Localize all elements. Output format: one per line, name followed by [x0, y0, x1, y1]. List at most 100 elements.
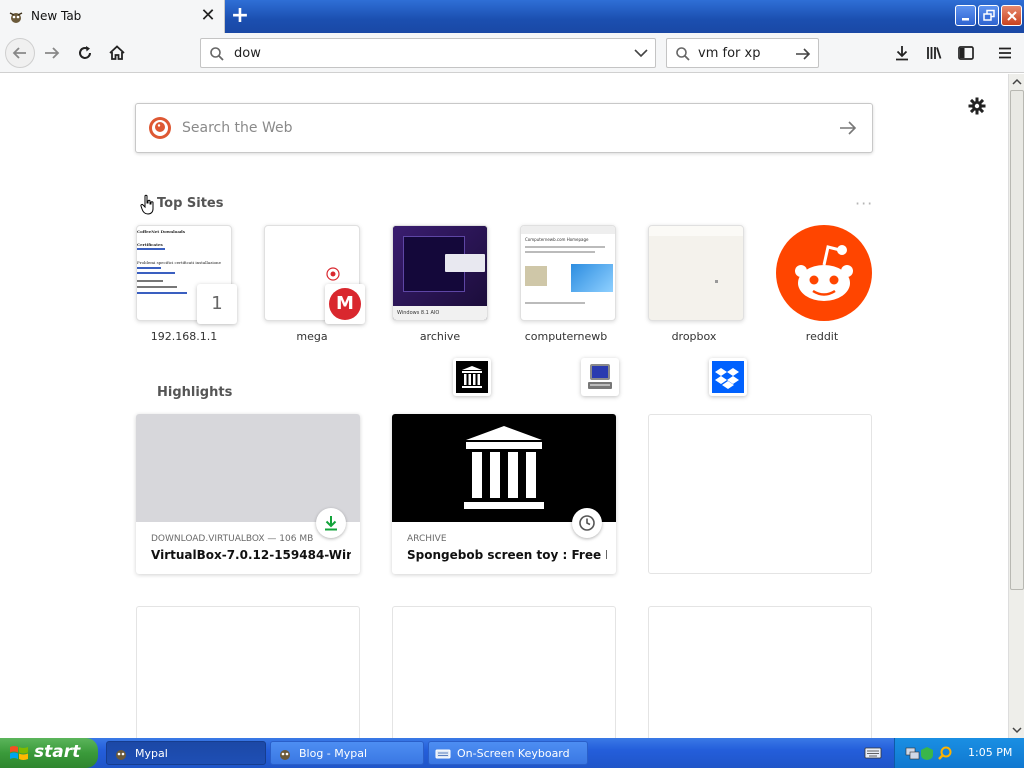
- forward-button[interactable]: [38, 39, 66, 67]
- taskbar-item-label: Mypal: [135, 747, 168, 760]
- sidebar-icon: [958, 46, 974, 60]
- taskbar-item[interactable]: On-Screen Keyboard: [428, 741, 588, 765]
- card-source: DOWNLOAD.VIRTUALBOX — 106 MB: [151, 534, 314, 544]
- mega-badge: M: [325, 284, 365, 324]
- highlight-card[interactable]: DOWNLOAD.VIRTUALBOX — 106 MB VirtualBox-…: [136, 414, 360, 574]
- keyboard-icon: [435, 749, 451, 759]
- scroll-down-icon[interactable]: [1009, 722, 1024, 738]
- keyboard-tray-icon[interactable]: [864, 746, 882, 760]
- empty-highlight-card: [648, 414, 872, 574]
- mega-letter: M: [336, 293, 354, 314]
- windows-logo-icon: [10, 746, 28, 760]
- new-tab-page: Search the Web Top Sites ··· CoffeeNet D…: [0, 74, 1008, 738]
- chevron-down-icon[interactable]: [633, 47, 649, 59]
- search-input[interactable]: vm for xp: [698, 46, 760, 61]
- screen: New Tab ✕ + dow vm for xp Search the Web…: [0, 0, 1024, 768]
- tile-thumb-heading: Computernewb.com Homepage: [525, 237, 589, 242]
- scroll-up-icon[interactable]: [1009, 74, 1024, 90]
- search-icon: [210, 47, 224, 61]
- mypal-icon: [116, 750, 126, 760]
- tile-thumb-line: Problemi specifici certificati installaz…: [137, 260, 221, 265]
- url-bar[interactable]: dow: [200, 38, 656, 68]
- reload-icon: [79, 46, 91, 59]
- taskbar-item-label: On-Screen Keyboard: [457, 747, 570, 760]
- dropbox-badge: [709, 358, 747, 396]
- close-window-button[interactable]: [1001, 5, 1022, 26]
- downloads-button[interactable]: [888, 39, 916, 67]
- network-icon: [905, 747, 920, 760]
- sidebar-button[interactable]: [952, 39, 980, 67]
- home-button[interactable]: [103, 39, 131, 67]
- computer-icon: [588, 364, 612, 389]
- taskbar-item[interactable]: Mypal: [106, 741, 266, 765]
- top-site-label[interactable]: computernewb: [502, 330, 630, 343]
- top-site-label[interactable]: archive: [376, 330, 504, 343]
- top-site-label[interactable]: mega: [248, 330, 376, 343]
- top-site-tile[interactable]: Windows 8.1 AIO: [392, 225, 488, 321]
- search-icon: [676, 47, 690, 61]
- library-button[interactable]: [920, 39, 948, 67]
- close-icon: [1007, 11, 1017, 21]
- arrow-right-icon[interactable]: [838, 119, 858, 137]
- archive-icon: [456, 361, 488, 393]
- card-title: VirtualBox-7.0.12-159484-Win....: [151, 548, 351, 562]
- new-tab-button[interactable]: +: [229, 5, 251, 27]
- vertical-scrollbar[interactable]: [1008, 74, 1024, 738]
- navigation-toolbar: dow vm for xp: [0, 33, 1024, 73]
- close-tab-icon[interactable]: ✕: [199, 6, 217, 26]
- reload-button[interactable]: [71, 39, 99, 67]
- duckduckgo-icon: [149, 117, 171, 139]
- web-search-placeholder[interactable]: Search the Web: [182, 120, 293, 136]
- download-icon: [325, 516, 337, 531]
- restore-button[interactable]: [978, 5, 999, 26]
- card-badge: [572, 508, 602, 538]
- security-icon: [921, 747, 933, 760]
- menu-button[interactable]: [991, 39, 1019, 67]
- tab-new-tab[interactable]: New Tab ✕: [0, 0, 225, 33]
- title-bar: New Tab ✕ +: [0, 0, 1024, 33]
- top-site-label[interactable]: reddit: [758, 330, 886, 343]
- reddit-icon: [776, 225, 872, 321]
- minimize-button[interactable]: [955, 5, 976, 26]
- gear-icon[interactable]: [966, 95, 988, 117]
- card-thumbnail: [392, 414, 616, 522]
- tile-thumb-caption: Windows 8.1 AIO: [397, 310, 440, 316]
- tile-thumb-heading: CoffeeNet Downloads: [137, 229, 185, 234]
- mega-small-icon: [326, 267, 340, 281]
- arrow-right-icon[interactable]: [794, 46, 812, 62]
- tile-thumb-subheading: Certificates: [137, 242, 163, 247]
- badge-number: 1: [211, 293, 223, 314]
- empty-highlight-card: [648, 606, 872, 738]
- top-site-tile[interactable]: Computernewb.com Homepage: [520, 225, 616, 321]
- search-bar[interactable]: vm for xp: [666, 38, 819, 68]
- home-icon: [109, 45, 125, 60]
- arrow-left-icon: [12, 47, 26, 59]
- library-icon: [927, 47, 942, 59]
- search-tray-icon: [938, 746, 952, 760]
- taskbar: start Mypal Blog - Mypal On-Screen Keybo…: [0, 738, 1024, 768]
- top-site-tile[interactable]: [776, 225, 872, 321]
- web-search-box[interactable]: Search the Web: [135, 103, 873, 153]
- back-button[interactable]: [5, 38, 35, 68]
- taskbar-item-label: Blog - Mypal: [299, 747, 368, 760]
- start-button[interactable]: start: [0, 738, 98, 768]
- mypal-icon: [280, 750, 290, 760]
- tray-icons[interactable]: [905, 745, 961, 761]
- mypal-icon: [9, 12, 23, 23]
- dropbox-icon: [712, 361, 744, 393]
- minimize-icon: [962, 18, 969, 21]
- top-site-label[interactable]: 192.168.1.1: [120, 330, 248, 343]
- url-input[interactable]: dow: [234, 46, 261, 61]
- highlight-card[interactable]: ARCHIVE Spongebob screen toy : Free Do..…: [392, 414, 616, 574]
- arrow-right-icon: [45, 47, 60, 59]
- hand-cursor-icon: [140, 194, 154, 215]
- system-tray: 1:05 PM: [894, 738, 1024, 768]
- card-title: Spongebob screen toy : Free Do...: [407, 548, 607, 562]
- top-site-tile[interactable]: [648, 225, 744, 321]
- start-label: start: [34, 742, 81, 762]
- top-site-label[interactable]: dropbox: [630, 330, 758, 343]
- taskbar-item[interactable]: Blog - Mypal: [270, 741, 424, 765]
- clock-icon: [579, 515, 595, 531]
- scroll-thumb[interactable]: [1010, 90, 1024, 590]
- top-sites-more-icon[interactable]: ···: [855, 194, 873, 213]
